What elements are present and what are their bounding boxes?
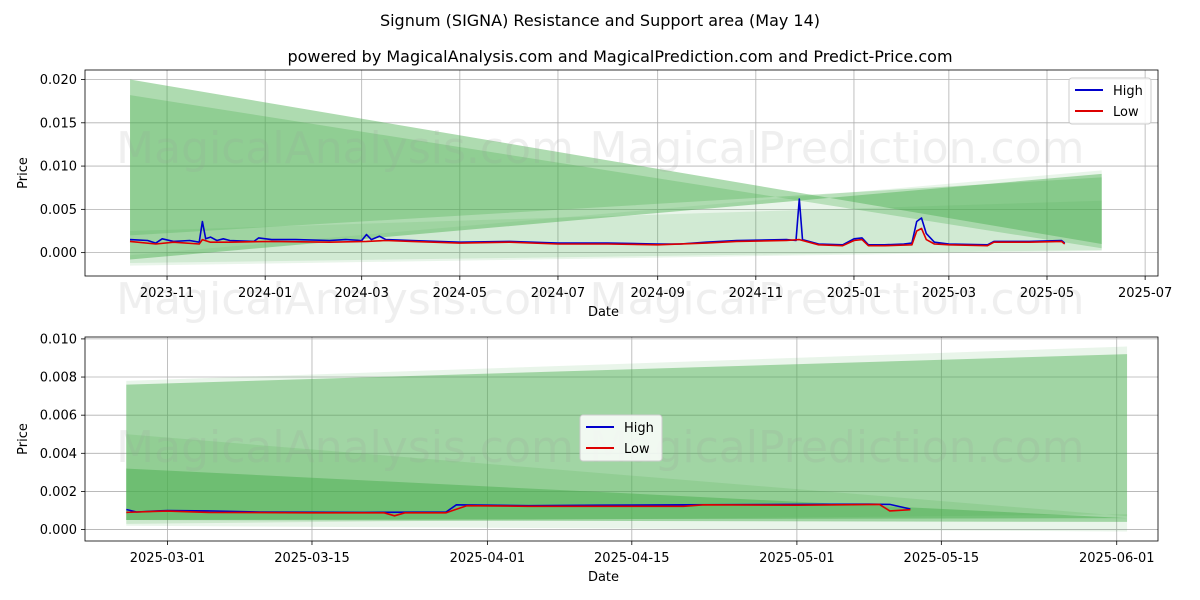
watermark-left: MagicalAnalysis.com <box>116 422 574 473</box>
x-tick-label: 2024-07 <box>531 286 585 301</box>
legend-label-low: Low <box>624 442 650 457</box>
x-tick-label: 2025-01 <box>827 286 881 301</box>
y-tick-label: 0.020 <box>40 73 77 88</box>
legend-label-high: High <box>1113 84 1143 99</box>
x-tick-label: 2025-05-01 <box>759 551 835 566</box>
top-panel: MagicalAnalysis.com MagicalPrediction.com… <box>16 69 1172 325</box>
legend: High Low <box>1068 77 1152 125</box>
x-tick-label: 2025-03 <box>922 286 976 301</box>
legend: High Low <box>579 414 663 462</box>
x-tick-label: 2025-03-01 <box>130 551 206 566</box>
y-tick-label: 0.000 <box>40 523 77 538</box>
y-axis-label: Price <box>16 423 31 455</box>
y-axis-label: Price <box>16 157 31 189</box>
x-tick-label: 2025-06-01 <box>1079 551 1155 566</box>
y-tick-label: 0.006 <box>40 409 77 424</box>
x-tick-label: 2025-07 <box>1118 286 1172 301</box>
x-tick-label: 2025-03-15 <box>274 551 350 566</box>
x-axis-label: Date <box>588 305 619 320</box>
y-tick-label: 0.010 <box>40 332 77 347</box>
x-tick-label: 2024-09 <box>631 286 685 301</box>
y-tick-label: 0.000 <box>40 246 77 261</box>
watermark-right: MagicalPrediction.com <box>590 422 1085 473</box>
legend-label-high: High <box>624 421 654 436</box>
y-tick-label: 0.015 <box>40 116 77 131</box>
x-tick-label: 2025-04-01 <box>450 551 526 566</box>
x-tick-label: 2025-05 <box>1020 286 1074 301</box>
x-tick-label: 2024-01 <box>238 286 292 301</box>
x-tick-label: 2024-11 <box>729 286 783 301</box>
chart-canvas: Signum (SIGNA) Resistance and Support ar… <box>16 11 1172 585</box>
y-tick-label: 0.008 <box>40 371 77 386</box>
x-tick-label: 2025-04-15 <box>594 551 670 566</box>
watermark-right: MagicalPrediction.com <box>590 123 1085 174</box>
x-axis-label: Date <box>588 570 619 585</box>
watermark-left: MagicalAnalysis.com <box>116 123 574 174</box>
y-tick-label: 0.010 <box>40 160 77 175</box>
x-tick-label: 2024-03 <box>335 286 389 301</box>
y-tick-label: 0.005 <box>40 203 77 218</box>
y-tick-label: 0.002 <box>40 485 77 500</box>
x-tick-label: 2023-11 <box>140 286 194 301</box>
legend-label-low: Low <box>1113 105 1139 120</box>
chart-subtitle: powered by MagicalAnalysis.com and Magic… <box>287 47 952 66</box>
bottom-panel: MagicalAnalysis.com MagicalPrediction.com… <box>16 332 1159 585</box>
chart-title: Signum (SIGNA) Resistance and Support ar… <box>380 11 820 30</box>
y-tick-label: 0.004 <box>40 447 77 462</box>
x-tick-label: 2025-05-15 <box>904 551 980 566</box>
x-tick-label: 2024-05 <box>433 286 487 301</box>
